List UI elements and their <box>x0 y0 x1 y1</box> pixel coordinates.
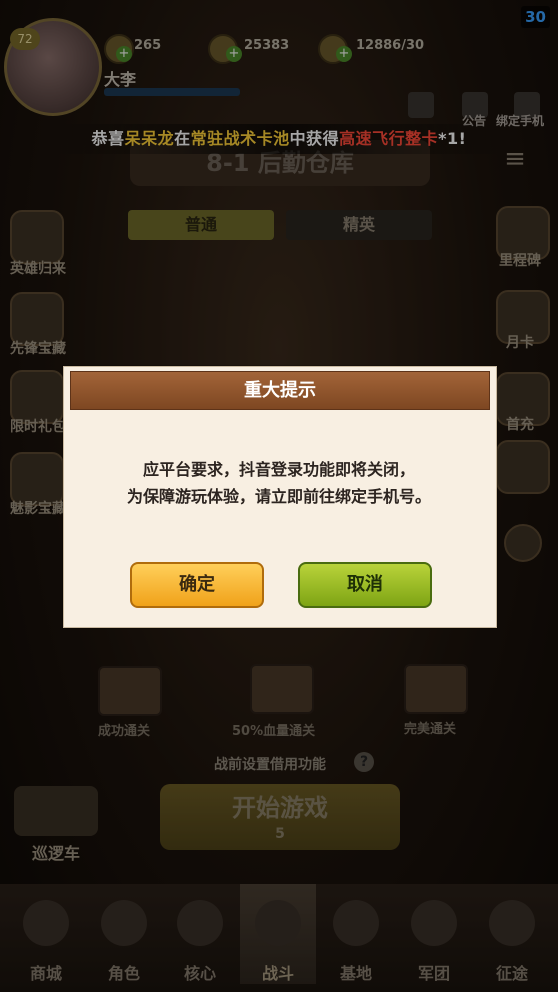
cancel-button[interactable]: 取消 <box>298 562 432 608</box>
dialog-message-line1: 应平台要求，抖音登录功能即将关闭， <box>142 460 415 479</box>
dialog-title: 重大提示 <box>70 371 490 410</box>
dialog-message-line2: 为保障游玩体验，请立即前往绑定手机号。 <box>126 487 431 506</box>
confirm-button[interactable]: 确定 <box>130 562 264 608</box>
dialog-message: 应平台要求，抖音登录功能即将关闭， 为保障游玩体验，请立即前往绑定手机号。 <box>63 456 495 510</box>
